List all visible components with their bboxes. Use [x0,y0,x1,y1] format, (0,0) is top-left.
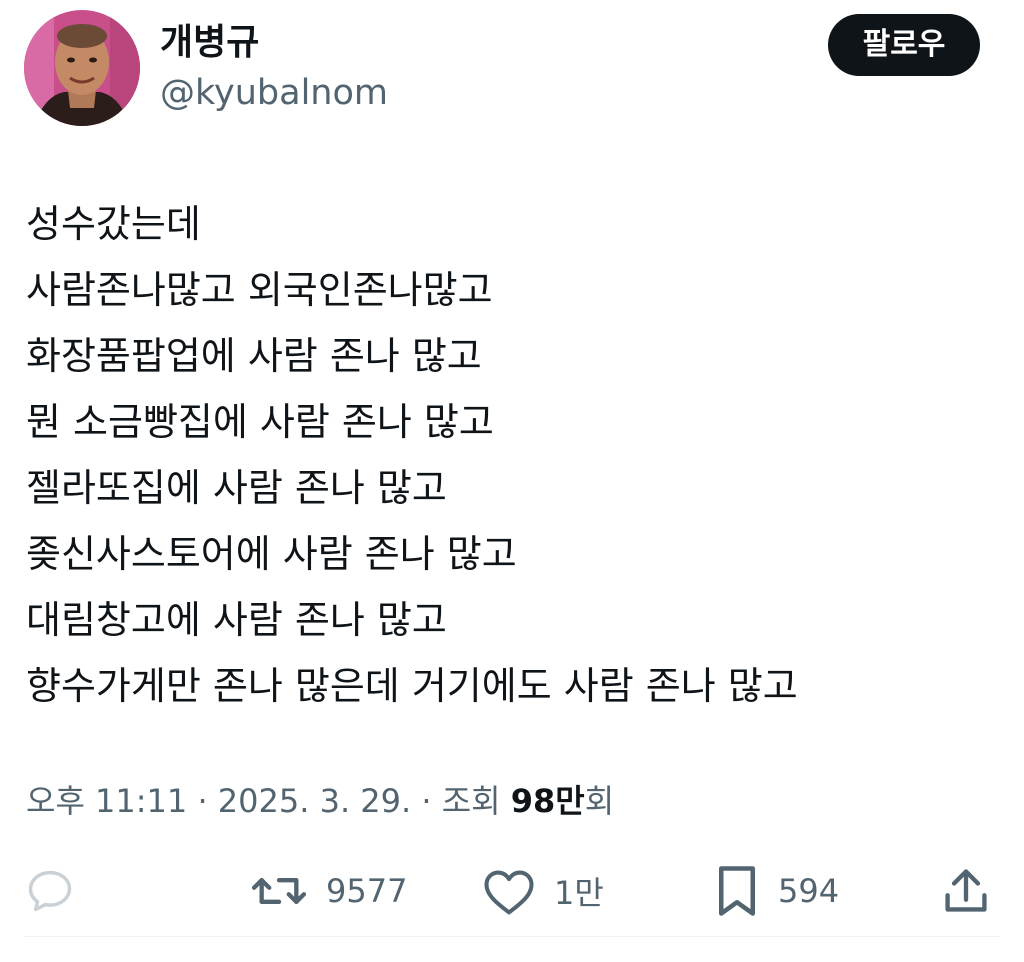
profile-photo-icon [24,10,140,126]
reply-icon [28,870,72,912]
avatar[interactable] [24,10,140,126]
bookmark-button[interactable]: 594 [714,856,839,926]
tweet-line: 사람존나많고 외국인존나많고 [26,268,493,312]
tweet-line: 젤라또집에 사람 존나 많고 [26,466,447,510]
tweet-line: 대림창고에 사람 존나 많고 [26,598,447,642]
tweet-meta: 오후 11:11 · 2025. 3. 29. · 조회 98만회 [26,778,614,824]
divider [24,936,1000,937]
views-label: 조회 [441,782,511,820]
retweet-icon [251,878,307,904]
views-suffix: 회 [584,782,615,820]
follow-button[interactable]: 팔로우 [828,14,980,76]
tweet-line: 성수갔는데 [26,202,201,246]
like-button[interactable]: 1만 [482,856,604,926]
tweet-date[interactable]: 2025. 3. 29. [218,782,411,820]
retweet-count: 9577 [326,872,408,910]
display-name[interactable]: 개병규 [160,20,259,66]
tweet-time[interactable]: 오후 11:11 [26,782,187,820]
retweet-button[interactable]: 9577 [250,856,407,926]
tweet-line: 화장품팝업에 사람 존나 많고 [26,334,482,378]
tweet-line: 좆신사스토어에 사람 존나 많고 [26,532,517,576]
meta-separator: · [187,782,218,820]
reply-button[interactable] [24,856,76,926]
share-button[interactable] [940,856,992,926]
user-handle[interactable]: @kyubalnom [160,70,388,116]
views-count: 98만 [510,782,585,820]
tweet-line: 뭔 소금빵집에 사람 존나 많고 [26,400,494,444]
bookmark-icon [719,866,755,916]
tweet-line: 향수가게만 존나 많은데 거기에도 사람 존나 많고 [26,664,798,708]
share-icon [945,869,987,912]
bookmark-count: 594 [778,872,840,910]
tweet-text: 성수갔는데 사람존나많고 외국인존나많고 화장품팝업에 사람 존나 많고 뭔 소… [26,191,986,719]
heart-icon [484,870,534,915]
meta-separator: · [411,782,442,820]
like-count: 1만 [554,874,604,912]
action-bar: 9577 1만 594 [0,856,1024,926]
